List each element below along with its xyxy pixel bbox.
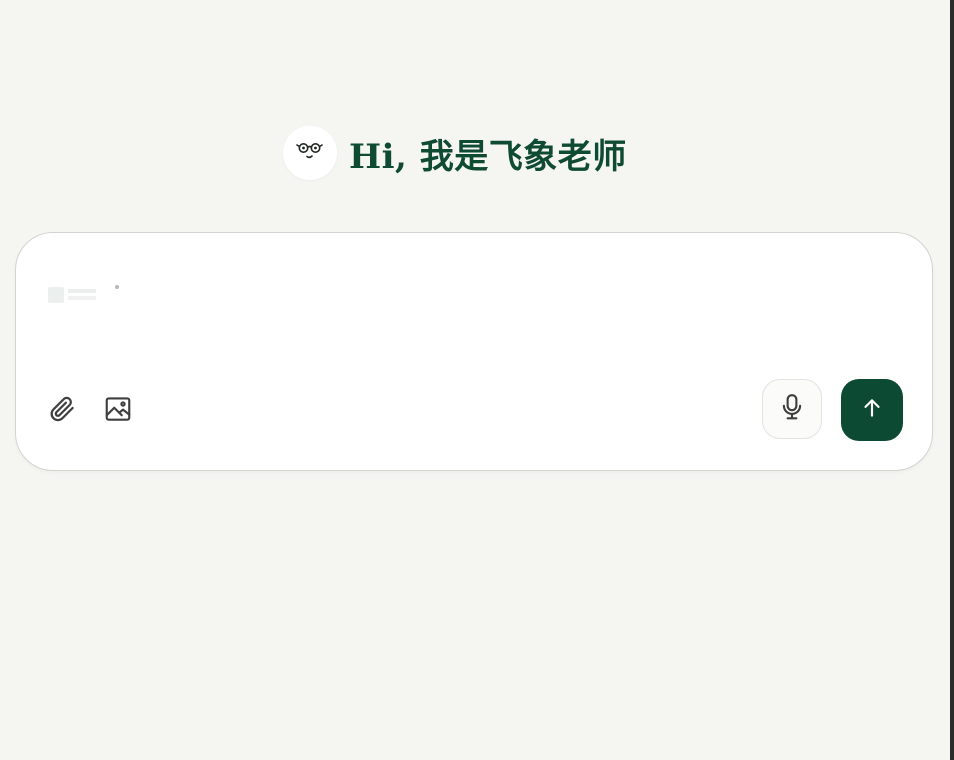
voice-input-button[interactable]: [762, 379, 822, 439]
greeting-title: Hi, 我是飞象老师: [349, 136, 627, 177]
arrow-up-icon: [859, 395, 885, 425]
attach-file-button[interactable]: [44, 393, 80, 429]
chat-composer: [15, 232, 933, 471]
message-input[interactable]: [46, 273, 890, 357]
teacher-face-icon: [293, 134, 327, 172]
paperclip-icon: [47, 394, 77, 428]
image-icon: [103, 394, 133, 428]
send-button[interactable]: [841, 379, 903, 441]
microphone-icon: [777, 392, 807, 426]
window-edge: [950, 0, 954, 760]
teacher-avatar: [283, 126, 337, 180]
greeting-header: Hi, 我是飞象老师: [283, 124, 627, 182]
upload-image-button[interactable]: [100, 393, 136, 429]
